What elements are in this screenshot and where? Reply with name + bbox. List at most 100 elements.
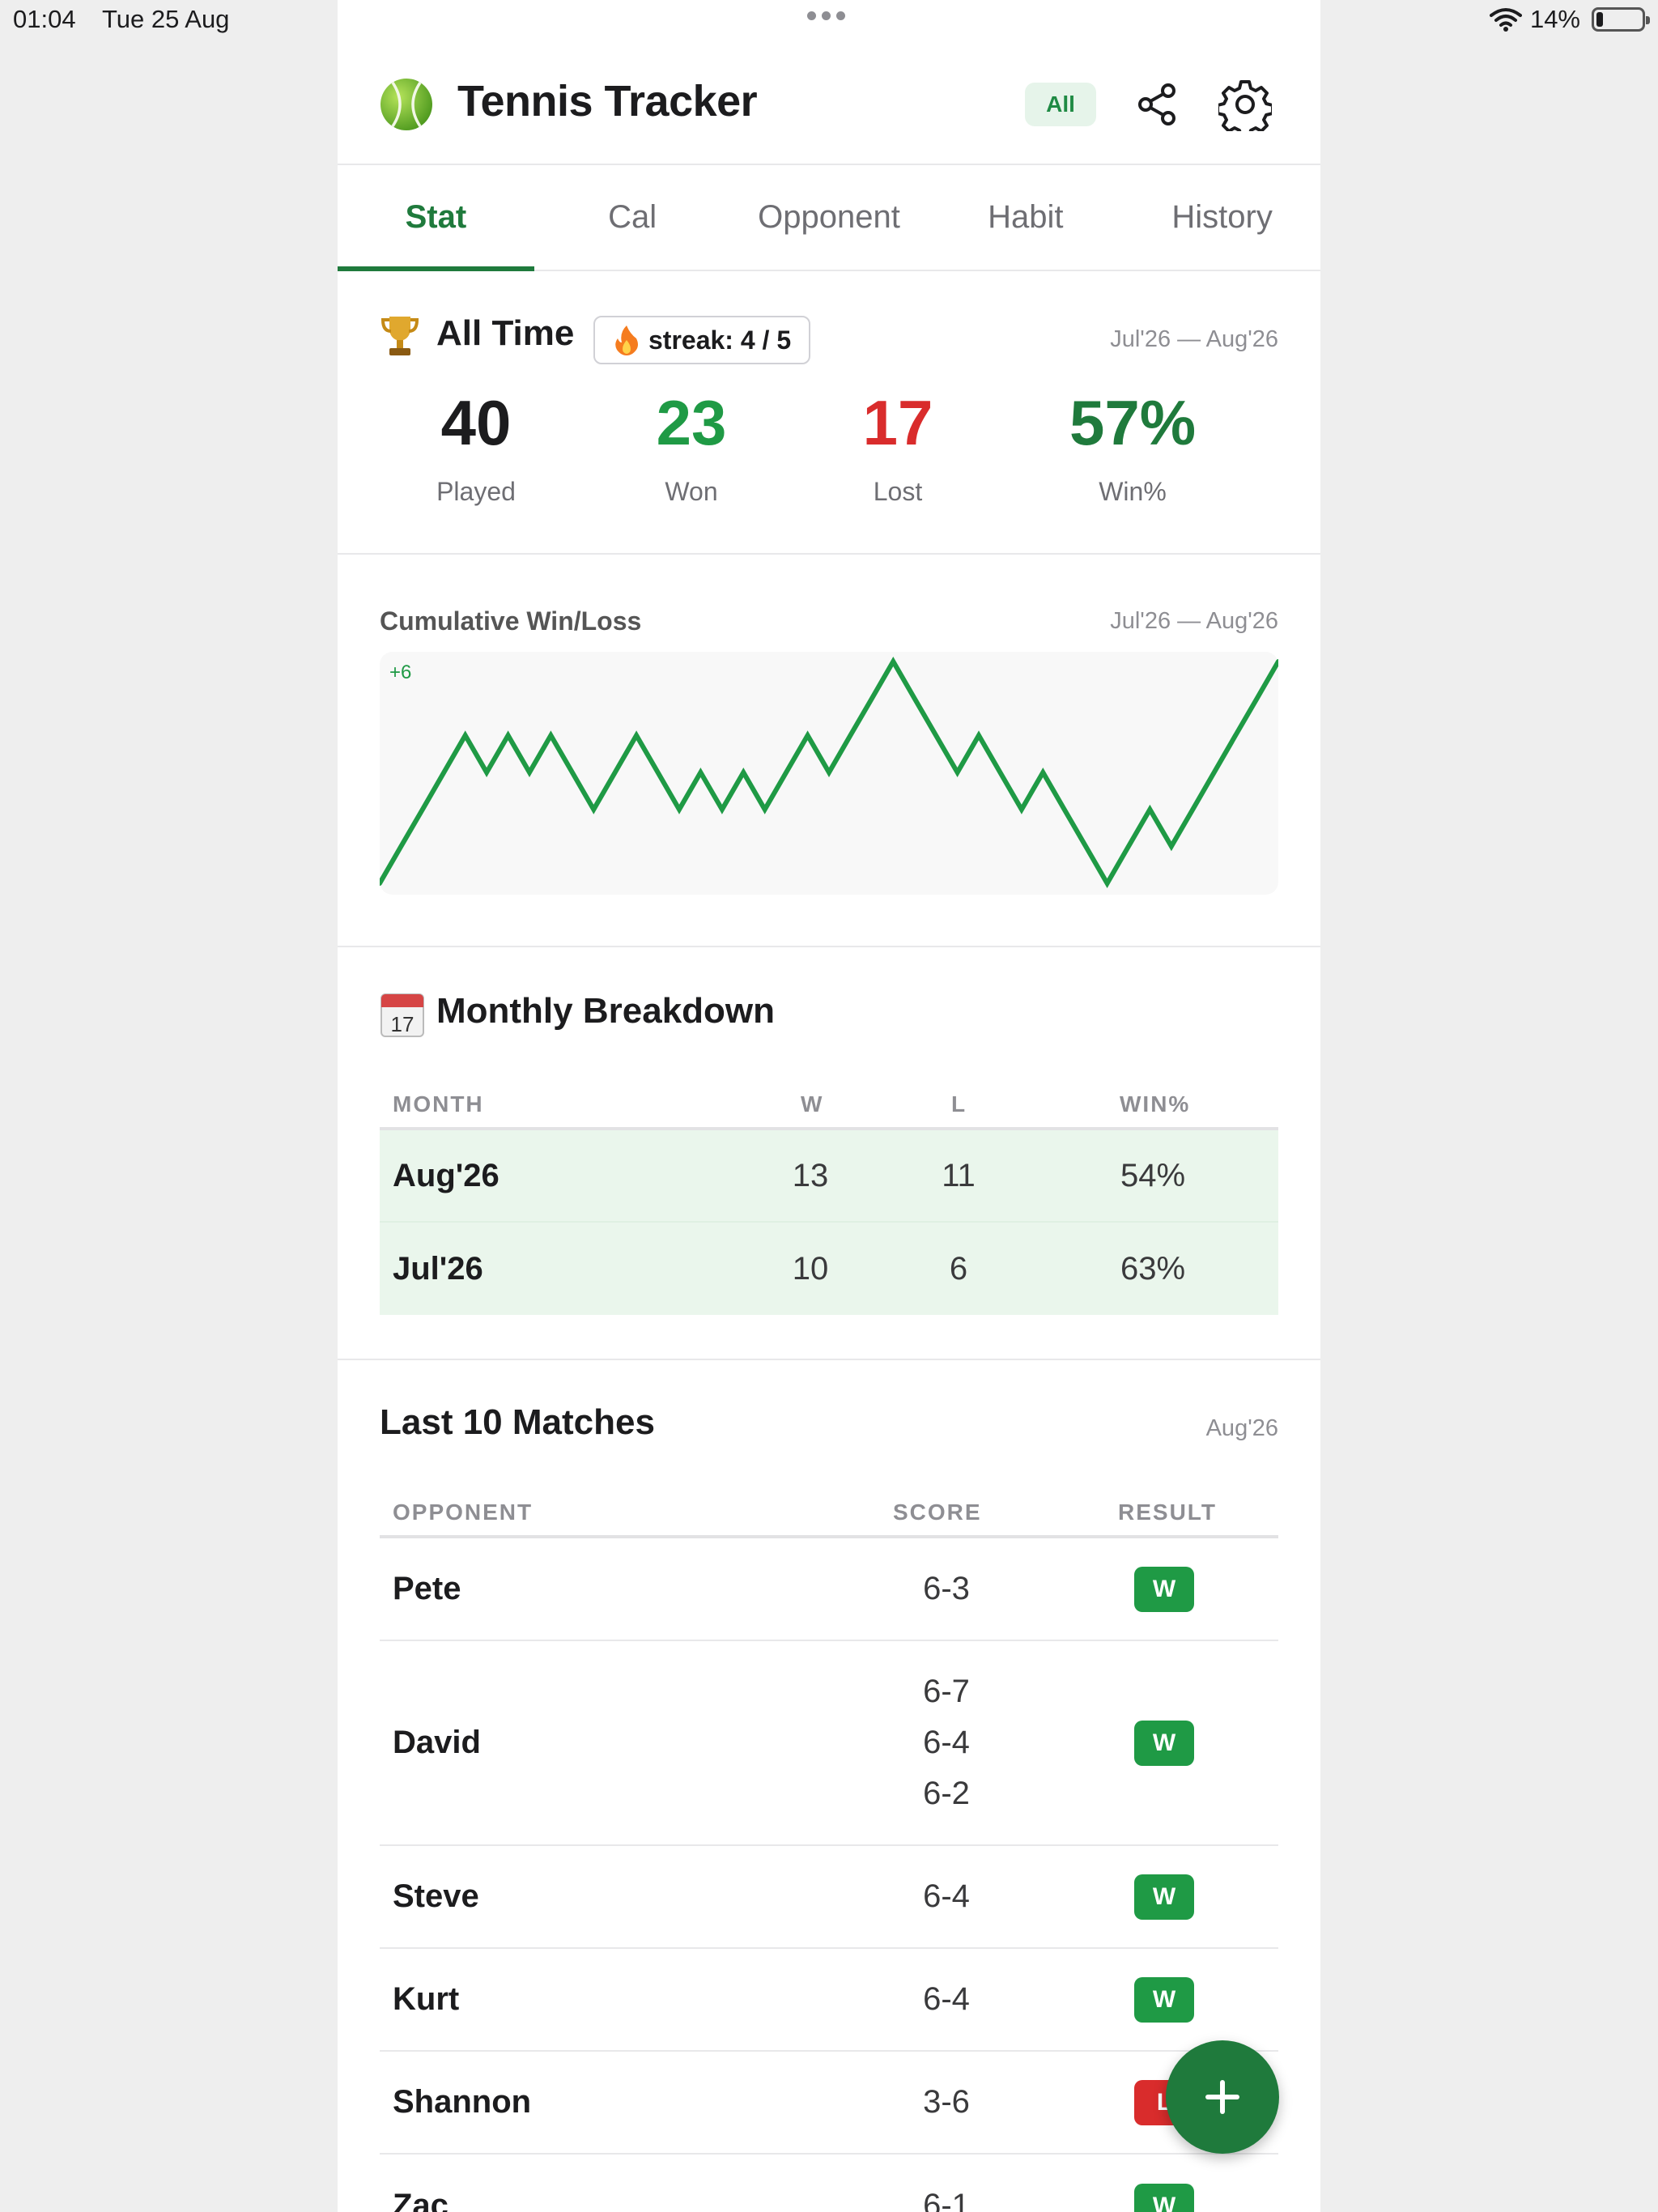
result-badge: W [1134, 1874, 1194, 1920]
stat-won-value: 23 [656, 387, 727, 458]
set-score: 6-1 [923, 2188, 970, 2212]
match-score: 6-1 [865, 2155, 1027, 2212]
all-time-range: Jul'26 — Aug'26 [1110, 326, 1278, 352]
col-winpct: WIN% [1120, 1091, 1191, 1117]
app-window: Tennis Tracker All Stat Cal Opponent Hab… [338, 0, 1320, 2212]
tab-cal[interactable]: Cal [534, 165, 731, 270]
all-time-card: All Time streak: 4 / 5 Jul'26 — Aug'26 4… [338, 271, 1320, 555]
table-row[interactable]: Aug'26 13 11 54% [380, 1130, 1278, 1223]
cumulative-chart: +6 [380, 657, 1278, 888]
l-cell: 6 [949, 1250, 968, 1287]
matches-table: OPPONENT SCORE RESULT Pete 6-3 W David 6… [380, 1482, 1278, 2212]
stat-lost-value: 17 [862, 387, 933, 458]
match-score: 6-3 [865, 1538, 1027, 1640]
app-title: Tennis Tracker [457, 77, 758, 125]
add-match-button[interactable] [1166, 2040, 1279, 2154]
table-row[interactable]: Kurt 6-4 W [380, 1949, 1278, 2052]
cumulative-chart-card: Cumulative Win/Loss Jul'26 — Aug'26 +6 [338, 555, 1320, 947]
chart-range: Jul'26 — Aug'26 [1110, 608, 1278, 634]
result-badge: W [1134, 2183, 1194, 2212]
table-row[interactable]: Shannon 3-6 L [380, 2052, 1278, 2155]
opponent-name: Zac [393, 2188, 449, 2212]
monthly-table-header: MONTH W L WIN% [380, 1074, 1278, 1130]
stat-lost: 17 Lost [793, 391, 1003, 507]
result-badge: W [1134, 1566, 1194, 1612]
flame-icon [615, 325, 638, 355]
gear-icon[interactable] [1218, 78, 1272, 131]
monthly-title: Monthly Breakdown [436, 991, 776, 1031]
chart-title: Cumulative Win/Loss [380, 606, 642, 636]
result-badge: W [1134, 1720, 1194, 1766]
chart-series-line [380, 657, 1278, 888]
chart-area: +6 [380, 652, 1278, 895]
result-badge: W [1134, 1976, 1194, 2023]
stat-played-label: Played [436, 477, 516, 506]
opponent-name: Steve [393, 1878, 479, 1914]
set-score: 6-4 [923, 1725, 970, 1760]
share-icon[interactable] [1133, 79, 1183, 130]
col-month: MONTH [393, 1091, 484, 1117]
w-cell: 10 [792, 1250, 829, 1287]
col-w: W [801, 1091, 824, 1117]
tab-habit[interactable]: Habit [927, 165, 1124, 270]
stat-winpct-label: Win% [1099, 477, 1167, 506]
multitasking-dots[interactable] [807, 11, 845, 20]
set-score: 6-3 [923, 1571, 970, 1606]
svg-text:17: 17 [391, 1012, 414, 1036]
match-score: 6-4 [865, 1846, 1027, 1947]
stat-won-label: Won [665, 477, 718, 506]
tennis-ball-icon [380, 79, 432, 130]
month-cell: Aug'26 [393, 1157, 500, 1193]
set-score: 6-4 [923, 1981, 970, 2017]
col-opponent: OPPONENT [393, 1499, 534, 1525]
status-time: 01:04 [13, 5, 76, 33]
w-cell: 13 [792, 1157, 829, 1193]
status-date: Tue 25 Aug [102, 5, 230, 33]
stat-played: 40 Played [371, 391, 581, 507]
battery-level [1596, 12, 1603, 27]
winpct-cell: 54% [1120, 1157, 1186, 1193]
battery-icon [1592, 7, 1650, 32]
matches-title: Last 10 Matches [380, 1402, 655, 1442]
chart-max-label: +6 [389, 661, 411, 683]
table-row[interactable]: Steve 6-4 W [380, 1846, 1278, 1949]
tab-opponent[interactable]: Opponent [731, 165, 928, 270]
table-row[interactable]: Zac 6-1 W [380, 2155, 1278, 2212]
monthly-breakdown-card: 17 Monthly Breakdown MONTH W L WIN% Aug'… [338, 947, 1320, 1360]
month-cell: Jul'26 [393, 1250, 483, 1287]
match-score: 6-7 6-4 6-2 [865, 1641, 1027, 1844]
trophy-icon [380, 317, 419, 355]
match-score: 6-4 [865, 1949, 1027, 2050]
l-cell: 11 [942, 1157, 976, 1193]
tab-stat[interactable]: Stat [338, 165, 534, 271]
stat-lost-label: Lost [873, 477, 923, 506]
status-right: 14% [1489, 5, 1650, 34]
stat-winpct-value: 57% [1069, 387, 1197, 458]
tab-bar: Stat Cal Opponent Habit History [338, 165, 1320, 271]
plus-icon [1205, 2080, 1239, 2114]
calendar-icon: 17 [380, 993, 424, 1037]
stat-won: 23 Won [586, 391, 797, 507]
table-row[interactable]: Pete 6-3 W [380, 1538, 1278, 1641]
opponent-name: Pete [393, 1571, 461, 1606]
battery-percent: 14% [1529, 5, 1580, 33]
monthly-table: MONTH W L WIN% Aug'26 13 11 54% Jul'26 1… [380, 1074, 1278, 1315]
col-l: L [951, 1091, 967, 1117]
opponent-name: Shannon [393, 2084, 532, 2120]
table-row[interactable]: Jul'26 10 6 63% [380, 1223, 1278, 1315]
col-result: RESULT [1118, 1499, 1217, 1525]
streak-badge: streak: 4 / 5 [593, 316, 811, 364]
wifi-icon [1489, 8, 1522, 32]
set-score: 6-4 [923, 1878, 970, 1914]
col-score: SCORE [893, 1499, 982, 1525]
table-row[interactable]: David 6-7 6-4 6-2 W [380, 1641, 1278, 1846]
matches-range: Aug'26 [1205, 1415, 1278, 1441]
filter-badge[interactable]: All [1025, 83, 1096, 126]
stat-played-value: 40 [440, 387, 512, 458]
opponent-name: David [393, 1725, 481, 1760]
opponent-name: Kurt [393, 1981, 460, 2017]
tab-history[interactable]: History [1124, 165, 1320, 270]
set-score: 3-6 [923, 2084, 970, 2120]
app-header: Tennis Tracker All [338, 40, 1320, 165]
streak-text: streak: 4 / 5 [648, 325, 792, 355]
